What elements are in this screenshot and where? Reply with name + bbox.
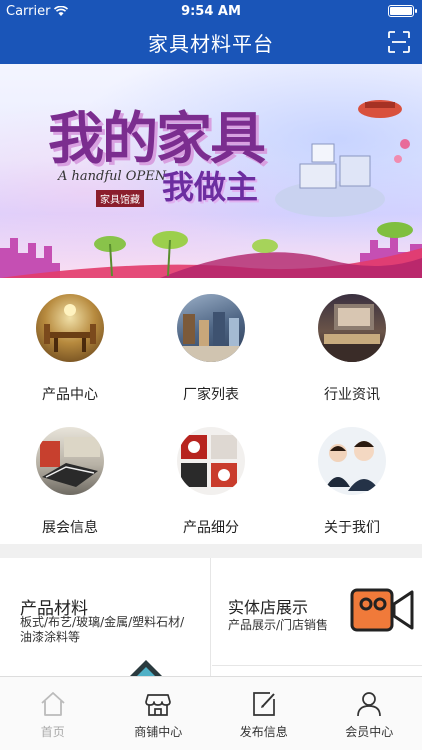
menu-label: 产品细分 — [183, 520, 239, 536]
exhibition-photo — [36, 427, 104, 495]
cityscape-decoration — [0, 222, 422, 278]
menu-grid: 产品中心 厂家列表 行业资讯 展会信息 产品细分 关于我们 — [0, 278, 422, 544]
tab-home[interactable]: 首页 — [0, 677, 106, 750]
scan-icon[interactable] — [388, 31, 410, 53]
banner-tag: 家具馆藏 — [96, 190, 144, 207]
menu-item-exhibition[interactable]: 展会信息 — [0, 411, 140, 544]
card-title: 实体店展示 — [228, 598, 309, 617]
material-decoration — [130, 660, 162, 676]
furniture-illustration — [275, 100, 410, 217]
card-description: 产品展示/门店销售 — [228, 618, 329, 632]
banner-subtitle: 我做主 — [162, 168, 259, 206]
status-bar: Carrier 9:54 AM — [0, 0, 422, 22]
product-center-photo — [36, 294, 104, 362]
tab-label: 会员中心 — [345, 725, 394, 739]
tab-member-center[interactable]: 会员中心 — [317, 677, 422, 750]
status-time: 9:54 AM — [181, 4, 241, 19]
store-icon — [145, 694, 172, 716]
industry-news-photo — [318, 294, 386, 362]
menu-item-product-category[interactable]: 产品细分 — [141, 411, 281, 544]
factory-list-photo — [177, 294, 245, 362]
menu-item-product-center[interactable]: 产品中心 — [0, 278, 140, 411]
tab-publish[interactable]: 发布信息 — [211, 677, 317, 750]
tab-label: 首页 — [40, 725, 65, 739]
bottom-tab-bar: 首页 商铺中心 发布信息 会员中心 — [0, 676, 422, 750]
section-divider — [0, 544, 422, 558]
tab-label: 发布信息 — [239, 725, 288, 739]
card-store-display[interactable]: 实体店展示 产品展示/门店销售 — [212, 558, 422, 666]
video-camera-icon — [350, 588, 414, 632]
menu-item-about-us[interactable]: 关于我们 — [282, 411, 422, 544]
page-title: 家具材料平台 — [148, 32, 274, 56]
card-description: 板式/布艺/玻璃/金属/塑料石材/油漆涂料等 — [20, 615, 185, 644]
menu-label: 关于我们 — [324, 520, 380, 536]
about-us-photo — [318, 427, 386, 495]
tab-store-center[interactable]: 商铺中心 — [106, 677, 212, 750]
menu-label: 产品中心 — [42, 387, 98, 403]
menu-item-industry-news[interactable]: 行业资讯 — [282, 278, 422, 411]
promo-banner[interactable]: 我的家具 A handful OPEN 家具馆藏 我做主 — [0, 64, 422, 278]
menu-item-factory-list[interactable]: 厂家列表 — [141, 278, 281, 411]
tab-label: 商铺中心 — [134, 725, 183, 739]
app-header: Carrier 9:54 AM 家具材料平台 — [0, 0, 422, 64]
edit-icon — [252, 692, 275, 716]
card-product-materials[interactable]: 产品材料 板式/布艺/玻璃/金属/塑料石材/油漆涂料等 — [0, 558, 211, 676]
menu-label: 行业资讯 — [324, 387, 380, 403]
banner-english: A handful OPEN — [58, 169, 167, 184]
product-category-photo — [177, 427, 245, 495]
battery-icon — [388, 5, 417, 17]
user-icon — [357, 692, 382, 717]
home-icon — [41, 692, 65, 716]
menu-label: 展会信息 — [42, 520, 98, 536]
menu-label: 厂家列表 — [183, 387, 239, 403]
